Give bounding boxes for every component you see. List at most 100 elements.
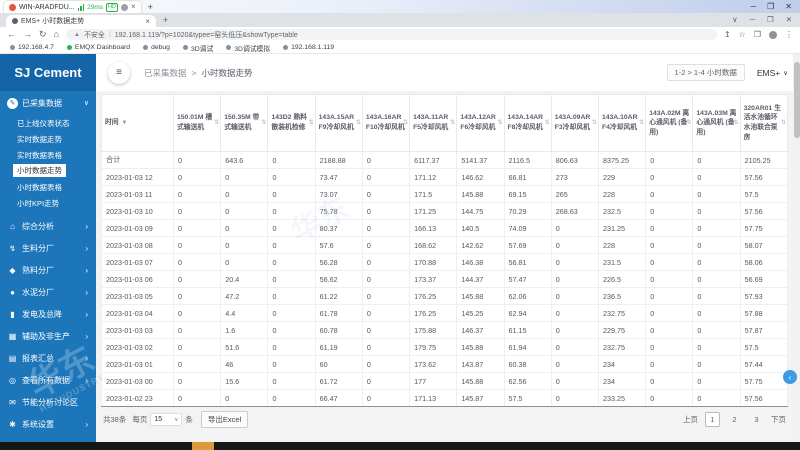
cell-value: 0 <box>267 202 316 220</box>
browser-menu-icon[interactable]: ⋮ <box>785 30 793 39</box>
sidebar-subitem[interactable]: 已上线仪表状态 <box>0 115 96 131</box>
export-excel-button[interactable]: 导出Excel <box>200 411 249 428</box>
share-icon[interactable]: ↥ <box>724 30 731 39</box>
sort-icon[interactable]: ⇅ <box>781 119 786 127</box>
taskbar-active-app-indicator[interactable] <box>192 442 214 450</box>
sidebar-item[interactable]: ⌂ 综合分析 › <box>0 215 96 237</box>
sidebar-toggle-button[interactable]: ≡ <box>108 61 130 84</box>
next-page-button[interactable]: 下页 <box>771 412 786 427</box>
column-header[interactable]: 143A.12AR F6冷却风机 ⇅ <box>456 94 505 152</box>
forward-icon[interactable]: → <box>23 30 32 39</box>
sort-icon[interactable]: ⇅ <box>309 119 314 127</box>
sidebar-item-label: 节能分析讨论区 <box>22 397 78 407</box>
back-icon[interactable]: ← <box>7 30 16 39</box>
url-field[interactable]: ▲ 不安全 | 192.168.1.119/?p=1020&typee=窑头低压… <box>65 29 717 40</box>
sidebar-item[interactable]: ✉ 节能分析讨论区 <box>0 391 96 413</box>
cell-value: 0 <box>550 372 599 390</box>
window-maximize-icon[interactable]: ❐ <box>767 2 774 11</box>
sort-icon[interactable]: ⇅ <box>545 119 550 127</box>
range-selector[interactable]: 1-2 > 1-4 小时数据 <box>666 64 745 81</box>
cell-value: 0 <box>172 168 222 186</box>
bookmark-item[interactable]: 192.168.4.7 <box>10 44 54 51</box>
table-row: 2023-01-03 05 0 47.2 0 61.22 0 176.25 145.88 62.… <box>101 287 789 305</box>
tab-close-icon[interactable]: × <box>145 17 150 26</box>
sidebar-subitem[interactable]: 实时数据走势 <box>0 131 96 147</box>
per-page-select[interactable]: 15 ∨ <box>150 413 183 426</box>
sidebar-item[interactable]: ◎ 查看所有数据 › <box>0 369 96 391</box>
column-header[interactable]: 150.01M 槽式输送机 ⇅ <box>172 94 222 152</box>
tab-search-icon[interactable]: ∨ <box>732 15 738 24</box>
side-panel-icon[interactable]: ❐ <box>754 30 761 39</box>
collapse-panel-handle[interactable]: ‹ <box>783 370 797 384</box>
bookmark-item[interactable]: EMQX Dashboard <box>66 44 131 51</box>
sidebar-subitem[interactable]: 实时数据表格 <box>0 147 96 163</box>
column-header-time[interactable]: 时间 ▼ <box>101 94 174 152</box>
sidebar-subitem[interactable]: 小时KPI走势 <box>0 195 96 211</box>
browser-close-icon[interactable]: ✕ <box>786 15 792 24</box>
column-header[interactable]: 143A.09AR F3冷却风机 ⇅ <box>550 94 599 152</box>
page-number-button[interactable]: 2 <box>727 412 742 427</box>
sort-icon[interactable]: ⇅ <box>686 119 691 127</box>
sidebar-item[interactable]: ● 水泥分厂 › <box>0 281 96 303</box>
column-header[interactable]: 143D2 熟料散装机检修 ⇅ <box>267 94 316 152</box>
bookmark-item[interactable]: 192.168.1.119 <box>283 44 334 51</box>
sort-icon[interactable]: ⇅ <box>592 119 597 127</box>
column-header[interactable]: 320AR01 生活水池循环水池联合泵房 ⇅ <box>739 94 789 152</box>
bookmark-item[interactable]: 3D调试模拟 <box>226 43 270 53</box>
bookmark-label: EMQX Dashboard <box>74 44 131 51</box>
sidebar-item[interactable]: ↯ 生料分厂 › <box>0 237 96 259</box>
scrollbar-thumb[interactable] <box>793 62 800 138</box>
sort-icon[interactable]: ⇅ <box>734 119 739 127</box>
window-close-icon[interactable]: ✕ <box>785 2 792 11</box>
browser-tab[interactable]: EMS+ 小时数据走势 × <box>6 15 156 27</box>
sort-icon[interactable]: ⇅ <box>639 119 644 127</box>
cell-value: 168.62 <box>409 236 458 254</box>
sort-icon[interactable]: ⇅ <box>498 119 503 127</box>
sidebar-group-collected-data[interactable]: ✎ 已采集数据 ∨ <box>0 93 96 113</box>
column-header[interactable]: 143A.11AR F5冷却风机 ⇅ <box>409 94 458 152</box>
browser-maximize-icon[interactable]: ❐ <box>767 15 774 24</box>
sidebar-item[interactable]: ✱ 系统设置 › <box>0 413 96 435</box>
remote-session-tab[interactable]: WIN-ARADFDU... 29ms HD × <box>3 0 142 13</box>
sort-icon[interactable]: ⇅ <box>261 119 266 127</box>
sidebar-subitem[interactable]: 小时数据表格 <box>0 179 96 195</box>
column-header[interactable]: 150.35M 带式输送机 ⇅ <box>220 94 269 152</box>
new-session-button[interactable]: + <box>148 2 153 12</box>
breadcrumb-parent[interactable]: 已采集数据 <box>144 67 187 79</box>
new-tab-button[interactable]: + <box>163 15 168 25</box>
reload-icon[interactable]: ↻ <box>39 30 47 39</box>
column-header[interactable]: 143A.15AR F9冷却风机 ⇅ <box>314 94 363 152</box>
cell-value: 171.5 <box>409 185 458 203</box>
sort-icon[interactable]: ▼ <box>121 120 127 126</box>
column-header[interactable]: 143A.14AR F8冷却风机 ⇅ <box>503 94 552 152</box>
prev-page-button[interactable]: 上页 <box>683 412 698 427</box>
page-number-button[interactable]: 3 <box>749 412 764 427</box>
app-switcher-dropdown[interactable]: EMS+ ∨ <box>757 68 788 78</box>
cell-value: 229 <box>597 168 647 186</box>
bookmark-item[interactable]: 3D调试 <box>182 43 213 53</box>
column-header[interactable]: 143A.03M 离心通风机 (备用) ⇅ <box>692 94 741 152</box>
sort-icon[interactable]: ⇅ <box>403 119 408 127</box>
sidebar-subitem[interactable]: 小时数据走势 <box>13 164 66 177</box>
sort-icon[interactable]: ⇅ <box>356 119 361 127</box>
sort-icon[interactable]: ⇅ <box>450 119 455 127</box>
profile-avatar[interactable] <box>769 30 777 39</box>
close-session-icon[interactable]: × <box>131 3 136 11</box>
window-minimize-icon[interactable]: ─ <box>750 2 756 11</box>
sort-icon[interactable]: ⇅ <box>214 119 219 127</box>
sidebar-item[interactable]: ▤ 报表汇总 › <box>0 347 96 369</box>
column-header[interactable]: 143A.02M 离心通风机 (备用) ⇅ <box>645 94 694 152</box>
bookmark-star-icon[interactable]: ☆ <box>739 30 746 39</box>
signal-strength-icon <box>77 3 85 11</box>
home-icon[interactable]: ⌂ <box>54 30 59 39</box>
sidebar-item[interactable]: ▮ 发电及总降 › <box>0 303 96 325</box>
bookmark-item[interactable]: debug <box>143 44 170 51</box>
page-scrollbar[interactable] <box>793 54 800 442</box>
bolt-icon: ↯ <box>9 243 16 253</box>
sidebar-item[interactable]: ▦ 辅助及非生产 › <box>0 325 96 347</box>
browser-minimize-icon[interactable]: ─ <box>750 15 755 24</box>
page-number-button[interactable]: 1 <box>705 412 720 427</box>
column-header[interactable]: 143A.16AR F10冷却风机 ⇅ <box>361 94 411 152</box>
column-header[interactable]: 143A.10AR F4冷却风机 ⇅ <box>597 94 647 152</box>
sidebar-item[interactable]: ◆ 熟料分厂 › <box>0 259 96 281</box>
